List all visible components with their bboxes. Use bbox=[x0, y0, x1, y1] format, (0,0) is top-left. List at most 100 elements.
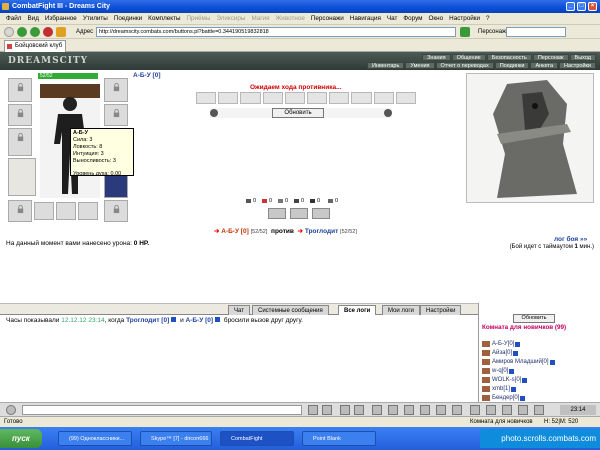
scroll-icon[interactable] bbox=[436, 405, 446, 415]
settings-icon[interactable] bbox=[470, 405, 480, 415]
menu-item[interactable]: Навигация bbox=[350, 15, 381, 22]
task-skype[interactable]: Skype™ [7] - dircon666 bbox=[140, 431, 212, 446]
equip-slot-weapon[interactable] bbox=[8, 128, 32, 156]
room-user-name[interactable]: WOLK-s[0] bbox=[492, 377, 521, 383]
room-user-name[interactable]: Айза[0] bbox=[492, 350, 512, 356]
equip-slot-ring-1[interactable] bbox=[34, 202, 54, 220]
menu-item[interactable]: Чат bbox=[387, 15, 397, 22]
forward-icon[interactable] bbox=[17, 27, 27, 37]
equip-slot-armor-shirt[interactable] bbox=[8, 158, 36, 196]
room-user-name[interactable]: Амиров Младший[0] bbox=[492, 359, 549, 365]
maximize-button[interactable]: □ bbox=[577, 2, 586, 11]
defend-button[interactable] bbox=[290, 208, 308, 219]
task-combatfight[interactable]: CombatFight bbox=[220, 431, 294, 446]
tab-fight-club[interactable]: Бойцовский клуб bbox=[4, 40, 66, 52]
smile-icon[interactable] bbox=[6, 405, 16, 415]
equip-slot-gloves[interactable] bbox=[104, 104, 128, 126]
menu-item[interactable]: Настройки bbox=[449, 15, 480, 22]
lock-chat-icon[interactable] bbox=[518, 405, 528, 415]
equip-slot-belt[interactable] bbox=[8, 200, 32, 222]
action-slot[interactable] bbox=[262, 92, 283, 104]
info-icon[interactable] bbox=[215, 317, 221, 322]
chat-input[interactable] bbox=[22, 405, 302, 415]
top-nav-item[interactable]: Знания bbox=[422, 54, 451, 61]
go-icon[interactable] bbox=[460, 27, 470, 37]
room-user[interactable]: xmb[1] bbox=[482, 386, 517, 392]
menu-item[interactable]: Приёмы bbox=[187, 15, 211, 22]
back-arrow-icon[interactable] bbox=[4, 27, 14, 37]
versus-enemy[interactable]: Троглодит bbox=[305, 228, 338, 235]
menu-item[interactable]: Избранное bbox=[45, 15, 77, 22]
close-button[interactable]: × bbox=[588, 2, 597, 11]
menu-item[interactable]: Эликсиры bbox=[216, 15, 245, 22]
room-user[interactable]: А-Б-У[0] bbox=[482, 341, 521, 347]
room-user[interactable]: WOLK-s[0] bbox=[482, 377, 528, 383]
menu-item[interactable]: Окно bbox=[429, 15, 444, 22]
info-icon[interactable] bbox=[509, 368, 515, 374]
start-button[interactable]: пуск bbox=[0, 429, 42, 448]
room-refresh-button[interactable]: Обновить bbox=[513, 314, 555, 323]
menu-item[interactable]: Персонажи bbox=[311, 15, 344, 22]
dice-icon[interactable] bbox=[486, 405, 496, 415]
info-icon[interactable] bbox=[171, 317, 177, 322]
action-slot[interactable] bbox=[218, 92, 239, 104]
top-nav-item[interactable]: Настройки bbox=[559, 62, 596, 69]
action-slot[interactable] bbox=[240, 92, 261, 104]
info-icon[interactable] bbox=[522, 377, 528, 383]
filter-icon[interactable] bbox=[340, 405, 350, 415]
menu-item[interactable]: Вид bbox=[27, 15, 38, 22]
menu-item[interactable]: ? bbox=[486, 15, 490, 22]
top-nav-item[interactable]: Инвентарь bbox=[366, 62, 405, 69]
clear-icon[interactable] bbox=[322, 405, 332, 415]
equip-slot-ring-2[interactable] bbox=[56, 202, 76, 220]
menu-item[interactable]: Файл bbox=[6, 15, 21, 22]
translit-icon[interactable] bbox=[354, 405, 364, 415]
action-slot[interactable] bbox=[284, 92, 306, 104]
action-slot[interactable] bbox=[373, 92, 394, 104]
room-user[interactable]: Амиров Младший[0] bbox=[482, 359, 555, 365]
stop-icon[interactable] bbox=[43, 27, 53, 37]
task-point-blank[interactable]: Point Blank bbox=[302, 431, 376, 446]
task-odnoklassniki[interactable]: (99) Одноклассники... bbox=[58, 431, 132, 446]
battle-refresh-button[interactable]: Обновить bbox=[272, 108, 324, 118]
flag-icon[interactable] bbox=[502, 405, 512, 415]
action-slot[interactable] bbox=[395, 92, 417, 104]
menu-item[interactable]: Животное bbox=[275, 15, 304, 22]
equip-slot-helmet[interactable] bbox=[8, 78, 32, 102]
refresh-icon[interactable] bbox=[30, 27, 40, 37]
versus-player[interactable]: А-Б-У [0] bbox=[221, 228, 249, 235]
info-icon[interactable] bbox=[515, 341, 521, 347]
top-nav-item[interactable]: Умения bbox=[405, 62, 435, 69]
menu-item[interactable]: Утилиты bbox=[83, 15, 108, 22]
room-user-name[interactable]: Бендер[0] bbox=[492, 395, 519, 401]
send-icon[interactable] bbox=[308, 405, 318, 415]
action-slot[interactable] bbox=[307, 92, 328, 104]
equip-slot-boots[interactable] bbox=[104, 200, 128, 222]
minimize-button[interactable]: _ bbox=[566, 2, 575, 11]
strike-button[interactable] bbox=[268, 208, 286, 219]
address-input[interactable] bbox=[96, 27, 456, 37]
top-nav-item[interactable]: Выход bbox=[569, 54, 596, 61]
home-icon[interactable] bbox=[56, 27, 66, 37]
person-icon[interactable] bbox=[388, 405, 398, 415]
room-user[interactable]: Бендер[0] bbox=[482, 395, 526, 401]
enemy-portrait[interactable] bbox=[466, 73, 594, 203]
equip-slot-earrings[interactable] bbox=[104, 78, 128, 102]
battle-log-link[interactable]: лог боя »» bbox=[554, 236, 587, 243]
top-nav-item[interactable]: Безопасность bbox=[486, 54, 532, 61]
action-slot[interactable] bbox=[329, 92, 350, 104]
menu-item[interactable]: Поединки bbox=[114, 15, 142, 22]
weapon-icon[interactable] bbox=[534, 405, 544, 415]
room-user[interactable]: w-q[0] bbox=[482, 368, 515, 374]
gift-icon[interactable] bbox=[420, 405, 430, 415]
menu-item[interactable]: Магия bbox=[251, 15, 269, 22]
info-icon[interactable] bbox=[549, 359, 555, 365]
room-user-name[interactable]: А-Б-У[0] bbox=[492, 341, 514, 347]
action-slot[interactable] bbox=[351, 92, 372, 104]
player-name[interactable]: А-Б-У [0] bbox=[133, 72, 161, 79]
room-user[interactable]: Айза[0] bbox=[482, 350, 519, 356]
menu-item[interactable]: Комплекты bbox=[148, 15, 180, 22]
menu-item[interactable]: Форум bbox=[403, 15, 422, 22]
action-slot[interactable] bbox=[196, 92, 217, 104]
top-nav-item[interactable]: Анкета bbox=[530, 62, 559, 69]
